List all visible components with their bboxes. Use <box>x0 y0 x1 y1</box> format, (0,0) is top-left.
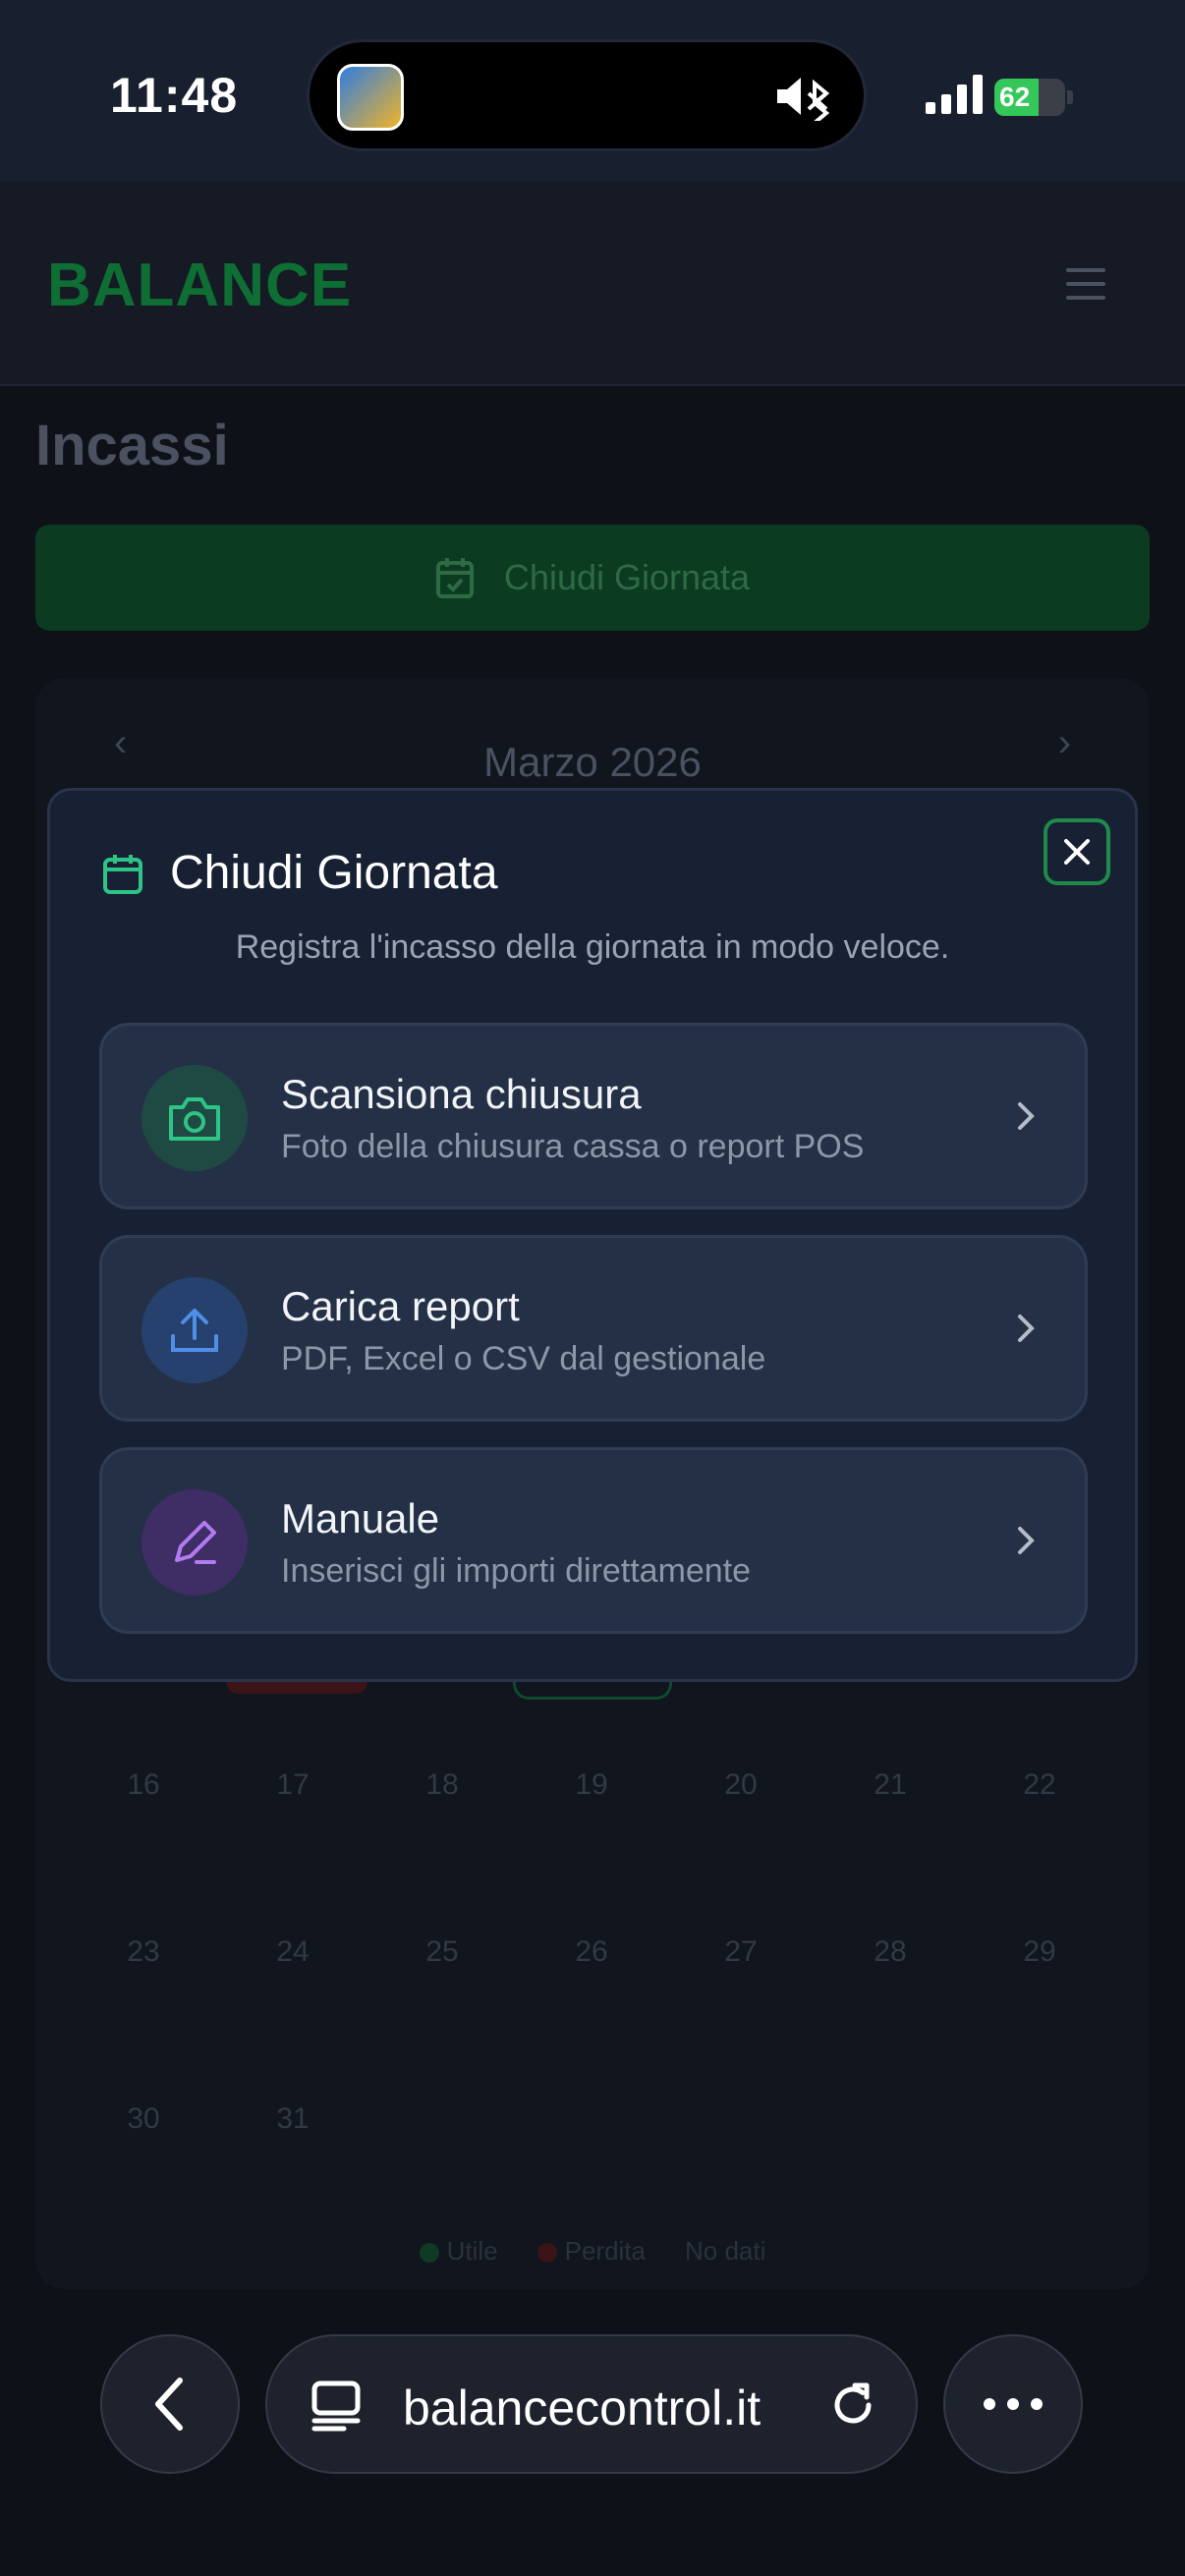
camera-icon <box>141 1065 248 1171</box>
option-title: Manuale <box>281 1495 440 1541</box>
address-bar[interactable]: balancecontrol.it <box>265 2334 918 2474</box>
menu-icon[interactable] <box>1066 268 1105 300</box>
signal-icon <box>926 75 983 114</box>
calendar-check-icon <box>435 558 474 598</box>
pen-icon <box>141 1489 248 1596</box>
more-options-button[interactable] <box>943 2334 1083 2474</box>
calendar-week-row: 16 17 18 19 20 21 22 <box>35 1768 1150 1802</box>
legend-loss: Perdita <box>536 2236 646 2267</box>
calendar-day[interactable]: 24 <box>218 1935 367 1969</box>
page-title: Incassi <box>35 414 229 477</box>
close-day-button[interactable]: Chiudi Giornata <box>35 525 1150 631</box>
calendar-day[interactable]: 16 <box>69 1768 218 1802</box>
calendar-day[interactable]: 26 <box>517 1935 666 1969</box>
month-label: Marzo 2026 <box>483 739 702 785</box>
dot <box>1031 2398 1043 2410</box>
legend-profit: Utile <box>419 2236 498 2267</box>
next-month-icon[interactable]: › <box>1058 721 1071 765</box>
manual-entry-option[interactable]: Manuale Inserisci gli importi direttamen… <box>99 1447 1088 1634</box>
calendar-day[interactable]: 31 <box>218 2102 367 2136</box>
close-day-modal: Chiudi Giornata Registra l'incasso della… <box>47 788 1138 1682</box>
calendar-day[interactable]: 22 <box>965 1768 1114 1802</box>
calendar-week-row: 23 24 25 26 27 28 29 <box>35 1935 1150 1969</box>
upload-report-option[interactable]: Carica report PDF, Excel o CSV dal gesti… <box>99 1235 1088 1422</box>
modal-title: Chiudi Giornata <box>170 847 498 899</box>
calendar-day[interactable]: 25 <box>367 1935 517 1969</box>
dot <box>1007 2398 1019 2410</box>
close-icon[interactable] <box>1044 818 1110 885</box>
chevron-right-icon <box>1018 1315 1035 1342</box>
reload-icon[interactable] <box>825 2378 880 2433</box>
calendar-day[interactable]: 28 <box>816 1935 965 1969</box>
calendar-day[interactable]: 29 <box>965 1935 1114 1969</box>
calendar-day[interactable]: 19 <box>517 1768 666 1802</box>
modal-subtitle: Registra l'incasso della giornata in mod… <box>235 928 950 966</box>
option-description: PDF, Excel o CSV dal gestionale <box>281 1340 766 1377</box>
page-menu-icon <box>311 2380 361 2432</box>
url-text: balancecontrol.it <box>403 2380 762 2436</box>
calendar-day[interactable]: 17 <box>218 1768 367 1802</box>
upload-icon <box>141 1277 248 1383</box>
scan-closing-option[interactable]: Scansiona chiusura Foto della chiusura c… <box>99 1023 1088 1209</box>
status-time: 11:48 <box>110 68 239 123</box>
calendar-legend: Utile Perdita No dati <box>35 2236 1150 2267</box>
chevron-right-icon <box>1018 1102 1035 1130</box>
calendar-day[interactable]: 23 <box>69 1935 218 1969</box>
calendar-day[interactable]: 21 <box>816 1768 965 1802</box>
calendar-day[interactable]: 20 <box>666 1768 816 1802</box>
app-header: BALANCE <box>0 182 1185 386</box>
option-title: Scansiona chiusura <box>281 1071 642 1117</box>
option-description: Foto della chiusura cassa o report POS <box>281 1128 865 1165</box>
option-description: Inserisci gli importi direttamente <box>281 1552 752 1590</box>
dot <box>984 2398 995 2410</box>
mute-bluetooth-icon <box>777 78 830 121</box>
calendar-day[interactable]: 30 <box>69 2102 218 2136</box>
status-bar: 11:48 62 <box>0 0 1185 182</box>
legend-no-data: No dati <box>685 2236 766 2266</box>
calendar-week-row: 30 31 <box>35 2102 1150 2136</box>
option-title: Carica report <box>281 1283 520 1329</box>
calendar-icon <box>103 855 142 894</box>
back-button[interactable] <box>100 2334 240 2474</box>
dynamic-island <box>307 39 867 151</box>
calendar-day[interactable]: 27 <box>666 1935 816 1969</box>
close-day-label: Chiudi Giornata <box>503 557 751 597</box>
brand-logo[interactable]: BALANCE <box>47 251 352 320</box>
battery-level: 62 <box>999 82 1031 112</box>
calendar-day[interactable]: 18 <box>367 1768 517 1802</box>
chevron-right-icon <box>1018 1527 1035 1554</box>
battery-icon: 62 <box>994 79 1073 116</box>
app-icon <box>337 64 404 131</box>
browser-toolbar: balancecontrol.it <box>0 2289 1185 2576</box>
chevron-left-icon <box>155 2378 183 2431</box>
